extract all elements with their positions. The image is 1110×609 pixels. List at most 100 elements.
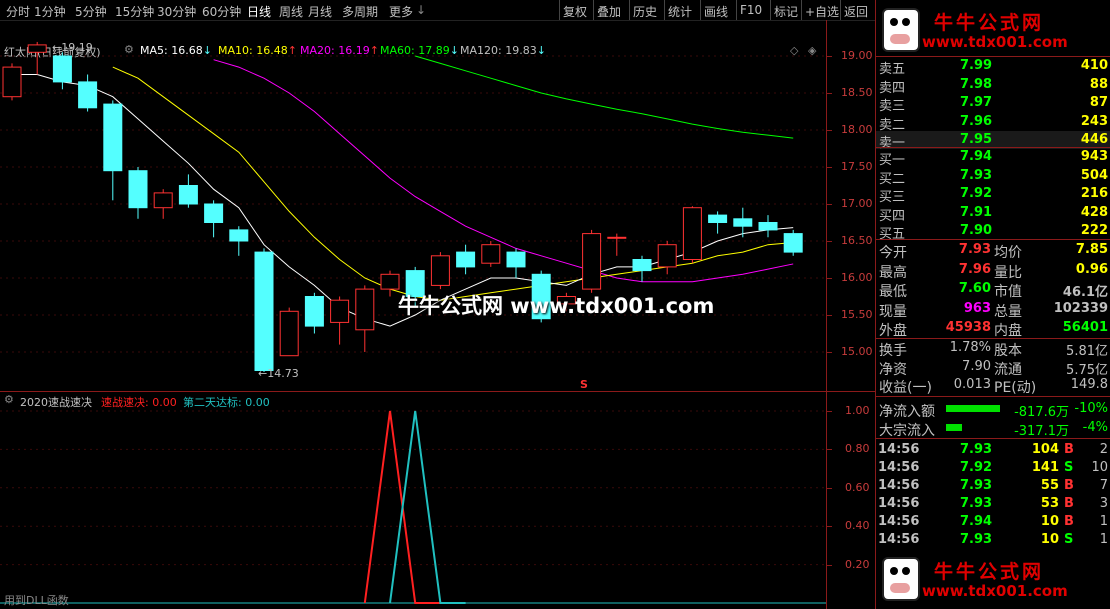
- buy-row[interactable]: 买四 7.91 428: [876, 204, 1110, 224]
- ma10-line: [112, 66, 794, 301]
- candle-body[interactable]: [128, 170, 148, 209]
- candle-body[interactable]: [2, 66, 22, 98]
- candle-body[interactable]: [632, 259, 652, 272]
- tick-time: 14:56: [878, 478, 920, 493]
- tick-row: 14:56 7.93 10 S 1: [876, 531, 1110, 549]
- site-logo[interactable]: 牛牛公式网 www.tdx001.com: [878, 6, 1108, 56]
- toolbar-button-7[interactable]: +自选: [805, 3, 839, 20]
- toolbar-button-4[interactable]: 画线: [704, 3, 728, 20]
- stat-label: 最低: [879, 284, 907, 300]
- cow-eye: [890, 18, 898, 26]
- tab-0[interactable]: 分时: [6, 3, 30, 20]
- toolbar-button-2[interactable]: 历史: [633, 3, 657, 20]
- buy-row[interactable]: 买二 7.93 504: [876, 167, 1110, 187]
- candle-body[interactable]: [657, 244, 677, 268]
- tab-3[interactable]: 15分钟: [115, 3, 154, 20]
- candle-body[interactable]: [204, 203, 224, 223]
- candle-body[interactable]: [27, 44, 47, 53]
- toolbar-button-1[interactable]: 叠加: [597, 3, 621, 20]
- tick-price: 7.93: [960, 478, 993, 493]
- toolbar-button-8[interactable]: 返回: [844, 3, 868, 20]
- stat-value: 7.93: [958, 242, 991, 257]
- candle-body[interactable]: [682, 207, 702, 260]
- candle-body[interactable]: [229, 229, 249, 242]
- tab-7[interactable]: 周线: [279, 3, 303, 20]
- toolbar-separator: [700, 0, 701, 20]
- candle-body[interactable]: [103, 103, 123, 172]
- candle-body[interactable]: [254, 251, 274, 372]
- tick-row: 14:56 7.93 55 B 7: [876, 477, 1110, 495]
- buy-row[interactable]: 买三 7.92 216: [876, 185, 1110, 205]
- tick-volume: 53: [1040, 496, 1059, 511]
- candle-body[interactable]: [355, 288, 375, 331]
- candle-body[interactable]: [178, 185, 198, 205]
- candle-body[interactable]: [304, 296, 324, 327]
- tab-8[interactable]: 月线: [308, 3, 332, 20]
- tick-time: 14:56: [878, 532, 920, 547]
- candle-body[interactable]: [153, 192, 173, 209]
- candle-body[interactable]: [506, 251, 526, 268]
- site-logo[interactable]: 牛牛公式网 www.tdx001.com: [878, 555, 1108, 605]
- tab-5[interactable]: 60分钟: [202, 3, 241, 20]
- chevron-down-icon[interactable]: ↓: [416, 3, 426, 17]
- candle-body[interactable]: [279, 310, 299, 357]
- buy-row-label: 买一: [879, 153, 906, 168]
- buy-row-label: 买三: [879, 190, 906, 205]
- cow-icon: [882, 557, 920, 601]
- tab-2[interactable]: 5分钟: [75, 3, 107, 20]
- candle-body[interactable]: [78, 81, 98, 109]
- candle-body[interactable]: [708, 214, 728, 224]
- watermark: 牛牛公式网 www.tdx001.com: [398, 294, 715, 318]
- candlestick-chart[interactable]: ←19.19 ←14.73 S: [0, 37, 826, 392]
- tick-time: 14:56: [878, 460, 920, 475]
- candle-body[interactable]: [330, 299, 350, 323]
- tick-volume: 55: [1040, 478, 1059, 493]
- tick-count: 1: [1099, 514, 1108, 529]
- buy-row-volume: 504: [1080, 167, 1108, 183]
- candle-body[interactable]: [380, 273, 400, 290]
- stat-label: 外盘: [879, 323, 907, 339]
- sell-row[interactable]: 卖三 7.97 87: [876, 94, 1110, 114]
- candle-body[interactable]: [52, 55, 72, 83]
- tab-1[interactable]: 1分钟: [34, 3, 66, 20]
- tick-count: 1: [1099, 532, 1108, 547]
- buy-row[interactable]: 买五 7.90 222: [876, 222, 1110, 242]
- candle-body[interactable]: [456, 251, 476, 268]
- stat-value: 0.96: [1075, 261, 1108, 277]
- indicator-series-1: [389, 410, 466, 604]
- toolbar-button-0[interactable]: 复权: [563, 3, 587, 20]
- buy-row-volume: 943: [1080, 149, 1108, 164]
- sell-row[interactable]: 卖五 7.99 410: [876, 57, 1110, 77]
- tab-10[interactable]: 更多: [389, 3, 413, 20]
- candle-body[interactable]: [758, 222, 778, 231]
- candle-body[interactable]: [582, 233, 602, 290]
- toolbar-separator: [840, 0, 841, 20]
- sell-row[interactable]: 卖四 7.98 88: [876, 76, 1110, 96]
- quote-panel: 牛牛公式网 www.tdx001.com 卖五 7.99 410 卖四 7.98 88 卖三 7.…: [875, 0, 1110, 609]
- flow-label: 净流入额: [879, 404, 935, 420]
- indicator-chart[interactable]: [0, 392, 826, 609]
- buy-row-label: 买四: [879, 208, 906, 224]
- stat-value: 5.81亿: [1066, 344, 1108, 359]
- tick-price: 7.94: [960, 514, 993, 529]
- sell-row[interactable]: 卖二 7.96 243: [876, 113, 1110, 133]
- toolbar-button-3[interactable]: 统计: [668, 3, 692, 20]
- logo-url: www.tdx001.com: [922, 582, 1068, 600]
- cow-nose: [890, 583, 910, 593]
- sell-row-price: 7.95: [960, 132, 993, 147]
- candle-body[interactable]: [607, 236, 627, 239]
- panel-divider: [876, 239, 1110, 240]
- tab-6[interactable]: 日线: [247, 3, 271, 20]
- price-tick: 18.50: [841, 86, 873, 99]
- tab-4[interactable]: 30分钟: [157, 3, 196, 20]
- buy-row[interactable]: 买一 7.94 943: [876, 148, 1110, 168]
- candle-body[interactable]: [481, 244, 501, 264]
- toolbar-button-5[interactable]: F10: [740, 3, 762, 17]
- cow-icon: [882, 8, 920, 52]
- stat-label: 市值: [994, 284, 1022, 300]
- candle-body[interactable]: [430, 255, 450, 286]
- candle-body[interactable]: [783, 233, 803, 253]
- candle-body[interactable]: [733, 218, 753, 227]
- tab-9[interactable]: 多周期: [342, 3, 378, 20]
- toolbar-button-6[interactable]: 标记: [774, 3, 798, 20]
